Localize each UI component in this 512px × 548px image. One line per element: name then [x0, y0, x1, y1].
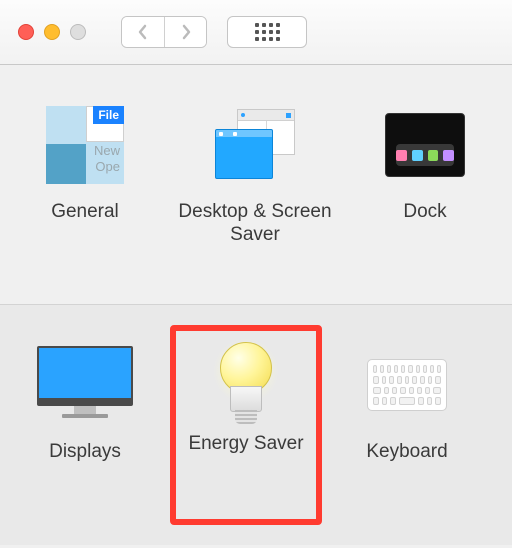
traffic-lights [18, 24, 86, 40]
nav-button-group [121, 16, 207, 48]
pref-label-desktop-screensaver: Desktop & Screen Saver [170, 201, 340, 247]
dock-icon [385, 113, 465, 177]
pref-item-desktop-screensaver[interactable]: Desktop & Screen Saver [170, 105, 340, 304]
zoom-window-button[interactable] [70, 24, 86, 40]
prefs-row-1: File New Ope General Desktop & Screen Sa… [0, 65, 512, 305]
desktop-screensaver-icon [215, 109, 295, 181]
energy-saver-icon [217, 342, 275, 428]
pref-item-general[interactable]: File New Ope General [0, 105, 170, 304]
general-icon-text: New [94, 144, 120, 158]
general-icon: File New Ope [46, 106, 124, 184]
pref-item-energy-saver[interactable]: Energy Saver [170, 325, 322, 525]
displays-icon [37, 346, 133, 424]
pref-item-dock[interactable]: Dock [340, 105, 510, 304]
close-window-button[interactable] [18, 24, 34, 40]
pref-item-keyboard[interactable]: Keyboard [322, 345, 492, 545]
pref-label-displays: Displays [49, 441, 121, 464]
window-titlebar [0, 0, 512, 65]
grid-icon [255, 23, 280, 41]
pref-label-keyboard: Keyboard [366, 441, 447, 464]
back-button[interactable] [122, 17, 164, 47]
minimize-window-button[interactable] [44, 24, 60, 40]
prefs-row-2: Displays Energy Saver Keyboard [0, 305, 512, 545]
pref-label-energy-saver: Energy Saver [188, 433, 303, 456]
general-icon-text: Ope [95, 160, 120, 174]
pref-item-displays[interactable]: Displays [0, 345, 170, 545]
file-tag: File [93, 106, 124, 124]
chevron-left-icon [136, 23, 150, 41]
keyboard-icon [367, 359, 447, 411]
show-all-button[interactable] [227, 16, 307, 48]
chevron-right-icon [179, 23, 193, 41]
pref-label-dock: Dock [403, 201, 446, 224]
pref-label-general: General [51, 201, 119, 224]
forward-button[interactable] [164, 17, 206, 47]
